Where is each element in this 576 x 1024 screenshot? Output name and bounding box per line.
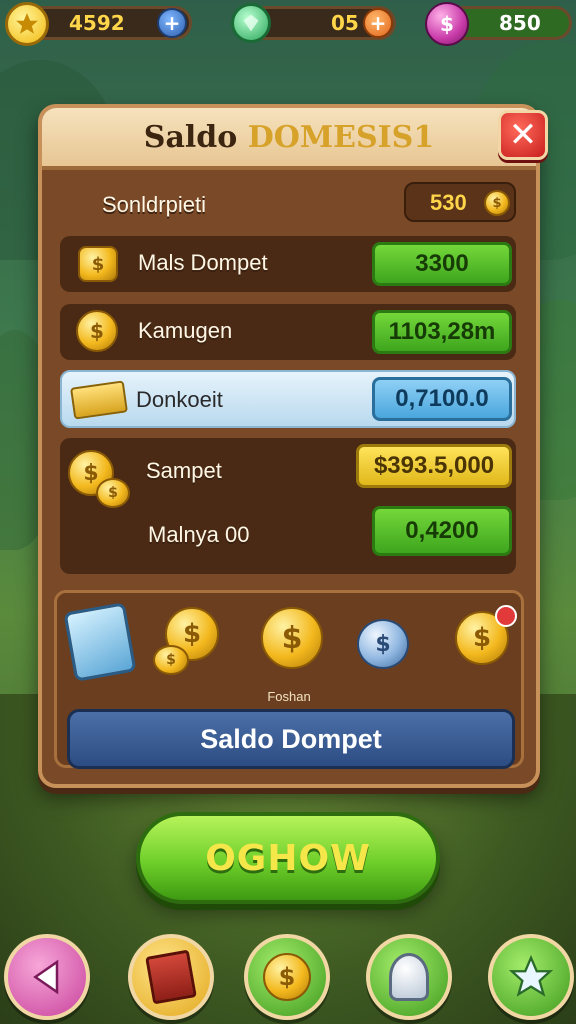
balance-value: 530	[430, 190, 467, 215]
dialog-header: Saldo DOMESIS1	[42, 108, 536, 170]
reward-tray: $ $ $ $ $ Foshan Saldo Dompet	[54, 590, 524, 769]
ticket-icon	[70, 380, 128, 420]
favorites-button[interactable]	[488, 934, 574, 1020]
add-currency-button[interactable]: +	[157, 8, 187, 38]
trophy-icon	[389, 953, 429, 1001]
wallet-row[interactable]: $ Mals Dompet 3300	[60, 236, 516, 292]
balance-label: Sonldrpieti	[102, 192, 206, 217]
wallet-row[interactable]: $ Kamugen 1103,28m	[60, 304, 516, 360]
back-button[interactable]	[4, 934, 90, 1020]
star-icon	[508, 954, 554, 997]
close-icon: ✕	[508, 115, 538, 155]
coin-icon: $	[76, 310, 118, 352]
trophy-button[interactable]	[366, 934, 452, 1020]
row-label[interactable]: Malnya 00	[148, 522, 250, 548]
row-value: 0,4200	[372, 506, 512, 556]
coin-icon[interactable]: $	[261, 607, 323, 669]
row-value: $393.5,000	[356, 444, 512, 488]
coins-button[interactable]: $	[244, 934, 330, 1020]
gem-currency-value: 05	[331, 11, 359, 35]
top-status-bar: 4592 + 05 + $ 850	[0, 0, 576, 50]
silver-coin-icon[interactable]: $	[357, 619, 409, 669]
row-value: 3300	[372, 242, 512, 286]
star-currency-value: 4592	[69, 11, 125, 35]
back-arrow-icon	[33, 959, 59, 995]
book-icon	[145, 949, 197, 1005]
saldo-dompet-button[interactable]: Saldo Dompet	[67, 709, 515, 769]
star-currency-counter: 4592 +	[5, 2, 192, 46]
coin-stack-icon: $	[263, 953, 311, 1001]
wallet-dialog: Saldo DOMESIS1 ✕ Sonldrpieti 530 $ $ Mal…	[38, 104, 548, 788]
coin-icon: $	[153, 645, 189, 675]
coin-currency-counter: $ 850	[425, 2, 572, 46]
notification-badge	[495, 605, 517, 627]
coin-icon: $	[425, 2, 469, 46]
inventory-button[interactable]	[128, 934, 214, 1020]
gem-icon	[231, 3, 271, 43]
row-label: Mals Dompet	[138, 250, 268, 275]
dialog-title: Saldo DOMESIS1	[143, 119, 435, 155]
balance-value-box: 530 $	[404, 182, 516, 222]
coin-icon: $	[484, 190, 510, 216]
row-value: 0,7100.0	[372, 377, 512, 421]
gem-currency-counter: 05 +	[231, 3, 396, 43]
row-label: Donkoeit	[136, 387, 223, 412]
coin-icon: $	[96, 478, 130, 508]
wallet-row-selected[interactable]: Donkoeit 0,7100.0	[60, 370, 516, 428]
star-icon	[5, 2, 49, 46]
close-button[interactable]: ✕	[498, 110, 548, 160]
coin-currency-value: 850	[499, 11, 541, 35]
row-label[interactable]: Sampet	[146, 458, 222, 484]
coin-stack-icon: $	[78, 246, 118, 282]
cash-bundle-icon[interactable]	[63, 602, 137, 682]
row-label: Kamugen	[138, 318, 233, 343]
tray-caption: Foshan	[267, 689, 311, 704]
go-button[interactable]: OGHOW	[136, 812, 440, 904]
row-value: 1103,28m	[372, 310, 512, 354]
add-gem-button[interactable]: +	[363, 8, 393, 38]
wallet-row-group: $ $ Sampet $393.5,000 Malnya 00 0,4200	[60, 438, 516, 574]
